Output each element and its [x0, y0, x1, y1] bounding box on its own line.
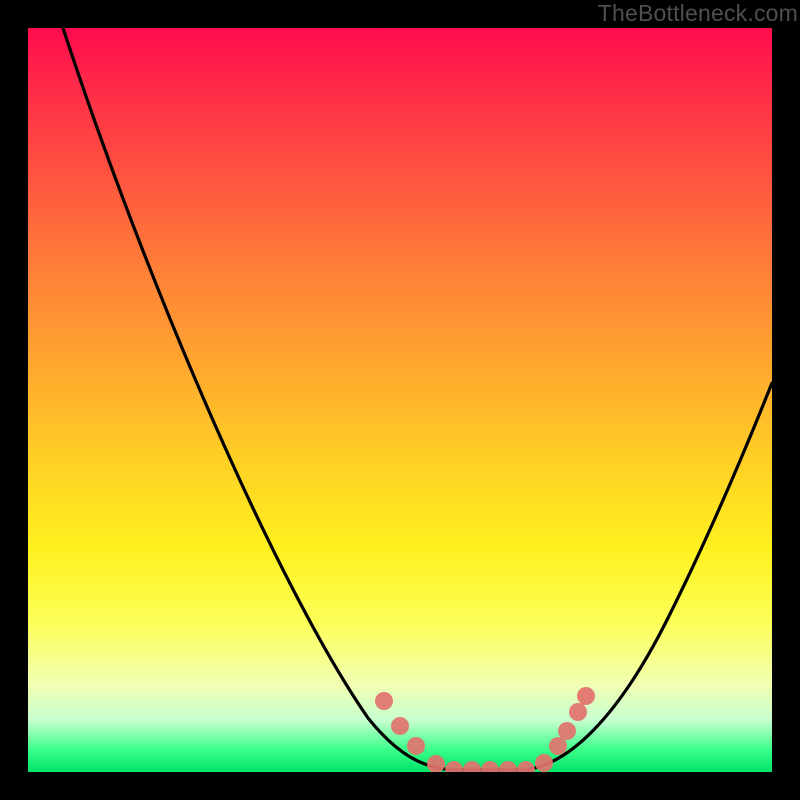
marker-dots — [375, 687, 595, 772]
watermark-text: TheBottleneck.com — [598, 0, 798, 27]
plot-area — [28, 28, 772, 772]
chart-frame: TheBottleneck.com — [0, 0, 800, 800]
curve-left — [63, 28, 458, 770]
curve-overlay — [28, 28, 772, 772]
curve-right — [523, 383, 772, 770]
